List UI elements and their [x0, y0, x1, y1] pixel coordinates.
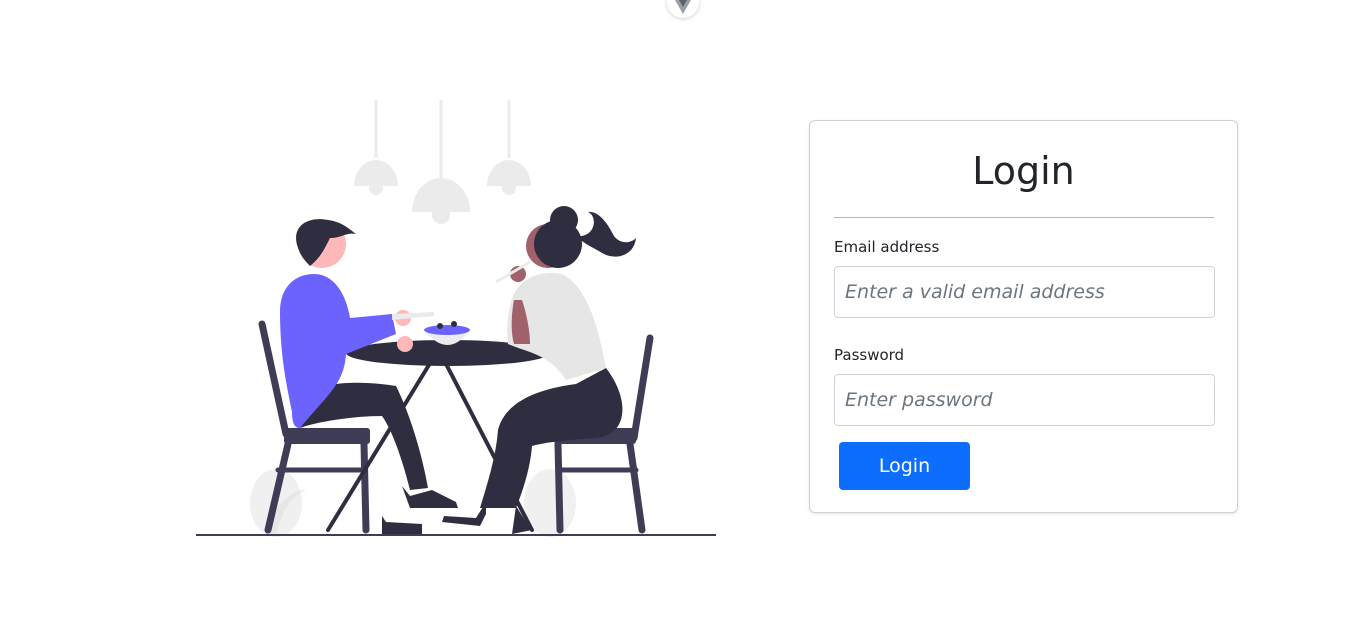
top-logo-badge[interactable] — [667, 0, 699, 18]
password-label: Password — [834, 346, 905, 364]
man-figure — [280, 219, 458, 534]
dinner-couple-illustration — [196, 100, 716, 537]
vue-logo-icon — [675, 0, 691, 14]
password-field[interactable] — [834, 374, 1215, 426]
login-title: Login — [972, 149, 1075, 193]
login-button[interactable]: Login — [839, 442, 970, 490]
login-page: Login Email address Password Login — [0, 0, 1366, 634]
hanging-lamps — [354, 100, 531, 224]
login-card: Login Email address Password Login — [809, 120, 1238, 513]
email-label: Email address — [834, 238, 940, 256]
email-field[interactable] — [834, 266, 1215, 318]
title-divider — [834, 217, 1214, 218]
